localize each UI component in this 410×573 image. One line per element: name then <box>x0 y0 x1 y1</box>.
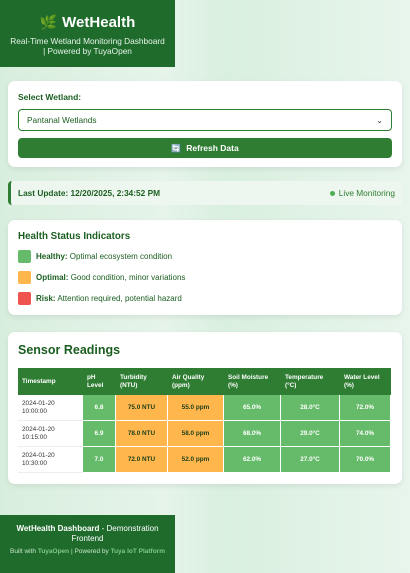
live-monitoring-label: Live Monitoring <box>338 188 395 198</box>
reading-cell: 78.0 NTU <box>116 421 168 447</box>
live-monitoring-indicator: Live Monitoring <box>329 188 395 198</box>
reading-cell: 72.0% <box>340 395 391 421</box>
reading-cell: 68.0% <box>224 421 281 447</box>
reading-cell: 65.0% <box>224 395 281 421</box>
healthy-swatch <box>18 249 31 263</box>
wetland-select[interactable]: Pantanal Wetlands ⌄ <box>18 109 392 131</box>
reading-cell: 55.0 ppm <box>168 395 224 421</box>
timestamp-cell: 2024-01-20 10:00:00 <box>18 395 83 421</box>
table-row: 2024-01-20 10:30:00 7.0 72.0 NTU 52.0 ppm 62… <box>18 447 391 473</box>
footer-title: WetHealth Dashboard <box>16 524 100 533</box>
legend-desc: Optimal ecosystem condition <box>69 251 173 261</box>
brand: 🌿 WetHealth <box>0 14 175 31</box>
legend-name: Healthy: <box>36 251 68 261</box>
sensor-readings-card: Sensor Readings Timestamp pH Level Turbi… <box>8 332 402 484</box>
tuya-iot-link[interactable]: Tuya IoT Platform <box>111 548 165 555</box>
col-ph: pH Level <box>83 368 116 395</box>
app-header: 🌿 WetHealth Real-Time Wetland Monitoring… <box>0 0 175 67</box>
col-temperature: Temperature (°C) <box>281 368 340 395</box>
reading-cell: 27.0°C <box>281 447 340 473</box>
legend-desc: Good condition, minor variations <box>70 272 186 282</box>
footer-credits: Built with TuyaOpen | Powered by Tuya Io… <box>0 548 175 556</box>
col-timestamp: Timestamp <box>18 368 83 395</box>
reading-cell: 6.8 <box>83 395 116 421</box>
reading-cell: 28.0°C <box>281 395 340 421</box>
reading-cell: 29.0°C <box>281 421 340 447</box>
reading-cell: 72.0 NTU <box>116 447 168 473</box>
footer-title-line: WetHealth Dashboard - Demonstration Fron… <box>0 524 175 544</box>
app-title: WetHealth <box>62 14 136 31</box>
timestamp-cell: 2024-01-20 10:15:00 <box>18 421 83 447</box>
wetland-selector-card: Select Wetland: Pantanal Wetlands ⌄ 🔄 Re… <box>8 81 402 167</box>
legend-item-risk: Risk: Attention required, potential haza… <box>18 291 392 305</box>
app-tagline: Real-Time Wetland Monitoring Dashboard |… <box>10 36 165 56</box>
legend-name: Optimal: <box>36 272 69 282</box>
reading-cell: 62.0% <box>224 447 281 473</box>
refresh-data-button[interactable]: 🔄 Refresh Data <box>18 138 392 158</box>
optimal-swatch <box>18 270 31 284</box>
sensor-table: Timestamp pH Level Turbidity (NTU) Air Q… <box>18 368 391 473</box>
legend-item-healthy: Healthy: Optimal ecosystem condition <box>18 249 392 263</box>
reading-cell: 7.0 <box>83 447 116 473</box>
col-soil-moisture: Soil Moisture (%) <box>224 368 281 395</box>
table-row: 2024-01-20 10:00:00 6.8 75.0 NTU 55.0 ppm 65… <box>18 395 391 421</box>
reading-cell: 70.0% <box>340 447 391 473</box>
reading-cell: 52.0 ppm <box>168 447 224 473</box>
reading-cell: 74.0% <box>340 421 391 447</box>
tuyaopen-link[interactable]: TuyaOpen <box>38 548 69 555</box>
live-dot-icon <box>329 190 335 196</box>
footer-powered-prefix: | Powered by <box>69 548 111 555</box>
col-air-quality: Air Quality (ppm) <box>168 368 224 395</box>
app-footer: WetHealth Dashboard - Demonstration Fron… <box>0 515 175 573</box>
reading-cell: 6.9 <box>83 421 116 447</box>
col-turbidity: Turbidity (NTU) <box>116 368 168 395</box>
chevron-down-icon: ⌄ <box>376 115 383 125</box>
col-water-level: Water Level (%) <box>340 368 391 395</box>
reading-cell: 75.0 NTU <box>116 395 168 421</box>
refresh-icon: 🔄 <box>171 143 182 153</box>
leaf-icon: 🌿 <box>39 14 58 30</box>
table-row: 2024-01-20 10:15:00 6.9 78.0 NTU 58.0 ppm 68… <box>18 421 391 447</box>
reading-cell: 58.0 ppm <box>168 421 224 447</box>
wetland-select-label: Select Wetland: <box>18 92 82 102</box>
legend-desc: Attention required, potential hazard <box>57 293 182 303</box>
sensor-readings-title: Sensor Readings <box>18 343 121 357</box>
legend-name: Risk: <box>36 293 56 303</box>
footer-built-prefix: Built with <box>10 548 38 555</box>
status-bar: Last Update: 12/20/2025, 2:34:52 PM Live… <box>8 181 402 205</box>
legend-item-optimal: Optimal: Good condition, minor variation… <box>18 270 392 284</box>
refresh-data-label: Refresh Data <box>186 143 239 153</box>
risk-swatch <box>18 291 31 305</box>
health-status-card: Health Status Indicators Healthy: Optima… <box>8 220 402 315</box>
timestamp-cell: 2024-01-20 10:30:00 <box>18 447 83 473</box>
sensor-table-header: Timestamp pH Level Turbidity (NTU) Air Q… <box>18 368 391 395</box>
wetland-select-value: Pantanal Wetlands <box>27 115 97 125</box>
health-status-title: Health Status Indicators <box>18 231 131 242</box>
last-update-text: Last Update: 12/20/2025, 2:34:52 PM <box>18 188 161 198</box>
